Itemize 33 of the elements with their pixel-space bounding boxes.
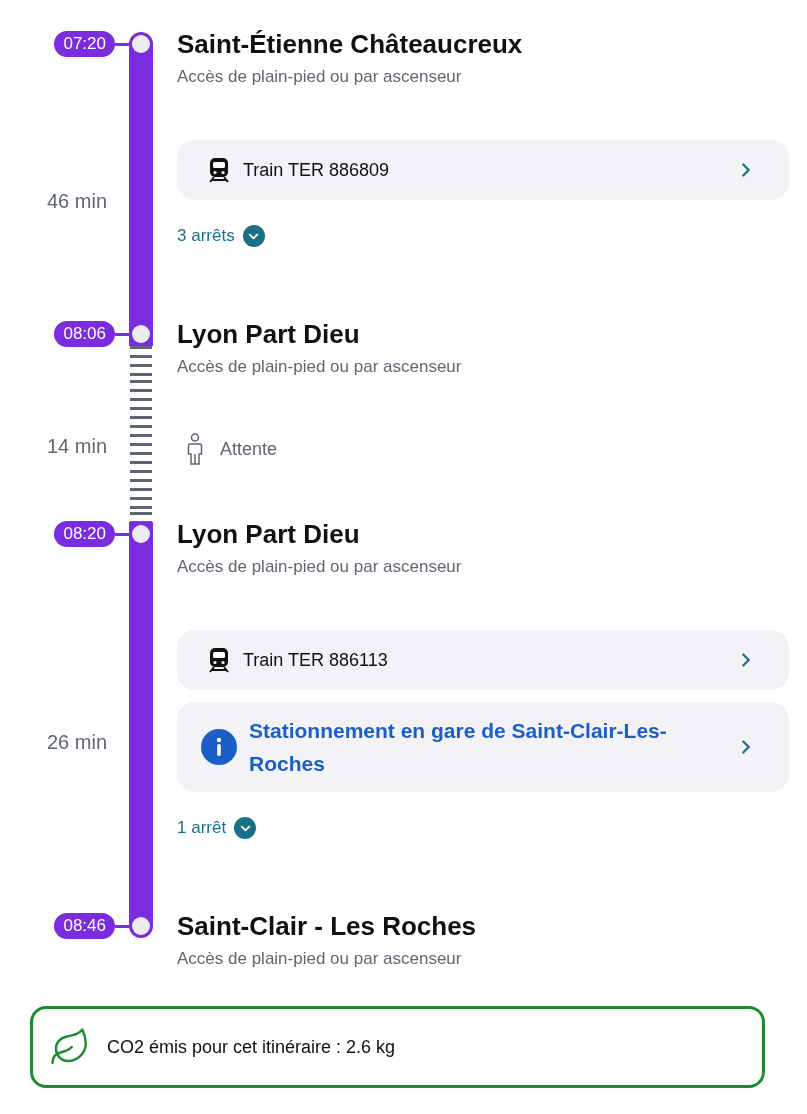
stop-marker (129, 914, 153, 938)
train-label: Train TER 886809 (243, 158, 391, 182)
stop-marker (129, 522, 153, 546)
access-note: Accès de plain-pied ou par ascenseur (177, 948, 463, 970)
stop-marker (129, 322, 153, 346)
person-icon (187, 433, 203, 465)
train-card[interactable]: Train TER 886113 (177, 630, 789, 690)
train-card[interactable]: Train TER 886809 (177, 140, 789, 200)
station-name: Lyon Part Dieu (177, 517, 361, 551)
info-icon (201, 729, 237, 765)
train-icon (207, 647, 231, 673)
info-card[interactable]: Stationnement en gare de Saint-Clair-Les-Roches (177, 702, 789, 792)
co2-text: CO2 émis pour cet itinéraire : 2.6 kg (107, 1035, 396, 1059)
duration-label: 46 min (46, 189, 107, 214)
stops-toggle[interactable]: 3 arrêts (177, 224, 265, 248)
time-badge: 08:46 (54, 913, 115, 939)
duration-label: 26 min (46, 730, 107, 755)
stop-marker (129, 32, 153, 56)
wait-label: Attente (220, 437, 278, 461)
time-badge: 08:20 (54, 521, 115, 547)
station-name: Saint-Clair - Les Roches (177, 909, 478, 943)
access-note: Accès de plain-pied ou par ascenseur (177, 556, 463, 578)
train-icon (207, 157, 231, 183)
duration-label: 14 min (46, 434, 107, 459)
time-badge: 08:06 (54, 321, 115, 347)
station-name: Saint-Étienne Châteaucreux (177, 27, 524, 61)
station-name: Lyon Part Dieu (177, 317, 361, 351)
info-link-text: Stationnement en gare de Saint-Clair-Les-Roches (249, 718, 668, 777)
train-label: Train TER 886113 (243, 648, 389, 672)
access-note: Accès de plain-pied ou par ascenseur (177, 66, 463, 88)
access-note: Accès de plain-pied ou par ascenseur (177, 356, 463, 378)
time-badge: 07:20 (54, 31, 115, 57)
stops-toggle[interactable]: 1 arrêt (177, 816, 257, 840)
